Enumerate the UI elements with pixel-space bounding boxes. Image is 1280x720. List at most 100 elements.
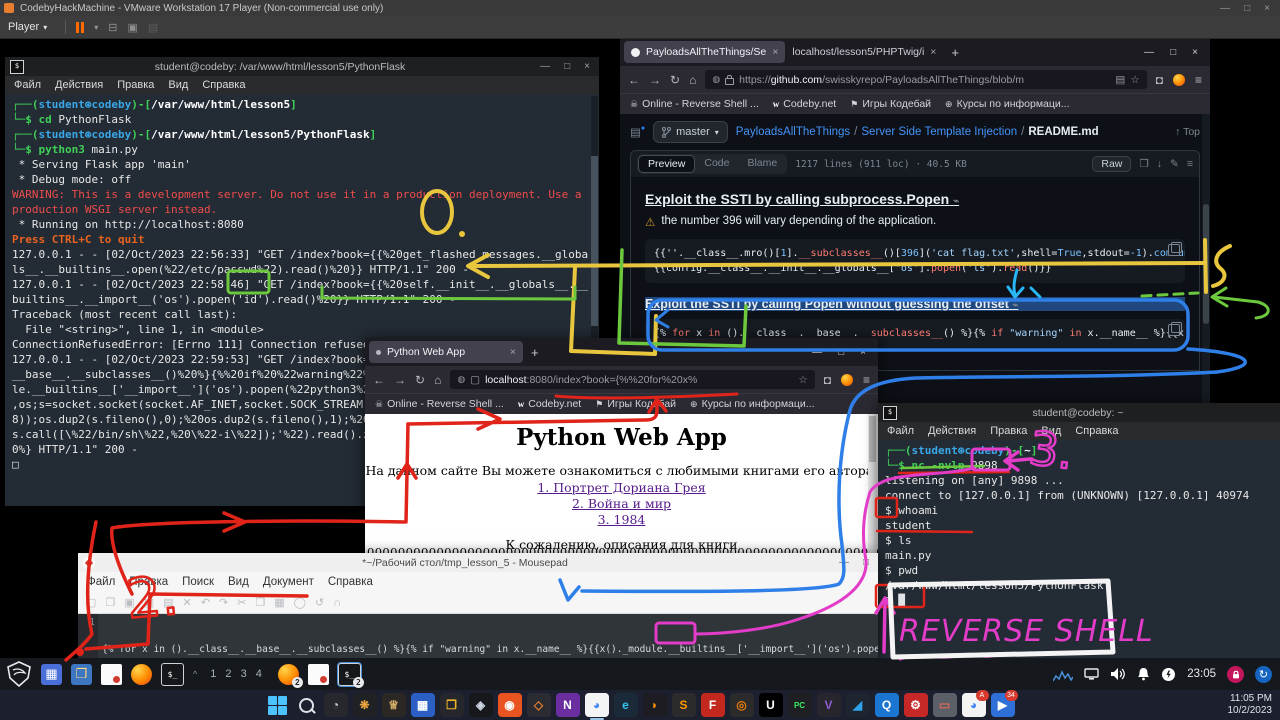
panel-expand-icon[interactable]: ^ [193,669,197,679]
vmware-pause-dropdown-icon[interactable]: ▾ [94,23,98,32]
webapp-window-close[interactable]: × [860,347,866,358]
close-file-icon[interactable]: ✕ [183,596,192,609]
terminal2-menu-item[interactable]: Действия [928,425,976,437]
workspace-pager[interactable]: 1 2 3 4 [210,668,265,680]
branch-selector[interactable]: master▾ [653,121,728,143]
mousepad-menu-item[interactable]: Справка [328,576,373,588]
terminal2-menu-item[interactable]: Файл [887,425,914,437]
sublime-app[interactable]: S [672,693,696,717]
anchor-link-icon[interactable]: ⌁ [953,196,959,207]
screen-lock-icon[interactable] [1227,666,1244,683]
terminal1-menu-item[interactable]: Вид [168,79,188,91]
url-bar[interactable]: ◍ https://github.com/swisskyrepo/Payload… [705,70,1146,89]
bookmark-games[interactable]: ⚑Игры Кодебай [595,398,676,410]
copy-code-icon[interactable] [1168,324,1180,336]
github-window-close[interactable]: × [1192,47,1198,58]
vscode-app[interactable]: ◢ [846,693,870,717]
extensions-shield-icon[interactable]: ◘ [824,373,831,387]
tab-payloadsallthethings[interactable]: PayloadsAllTheThings/Se × [624,41,785,63]
webapp-window-minimize[interactable]: — [812,347,822,358]
back-button[interactable]: ← [373,373,385,387]
app-menu-icon[interactable]: ≡ [1195,73,1202,87]
terminal1-menu-item[interactable]: Справка [202,79,245,91]
edit-pencil-icon[interactable]: ✎ [1170,158,1179,170]
calculator-app[interactable]: ▦ [411,693,435,717]
forward-button[interactable]: → [394,373,406,387]
save-icon[interactable]: ▣ [124,596,134,609]
new-tab-button[interactable]: + [943,45,967,60]
search-replace-icon[interactable]: ↺ [315,596,324,609]
vmware-close-button[interactable]: × [1264,3,1270,14]
terminal1-titlebar[interactable]: $ student@codeby: /var/www/html/lesson5/… [5,57,599,76]
edge-browser[interactable]: e [614,693,638,717]
notification-bell-icon[interactable] [1137,667,1150,681]
copy-raw-icon[interactable]: ❐ [1139,158,1148,170]
unreal-app[interactable]: U [759,693,783,717]
gear-red-app[interactable]: ⚙ [904,693,928,717]
file-explorer[interactable]: ❒ [440,693,464,717]
color-wheel-app[interactable]: ❋ [353,693,377,717]
terminal-task-button[interactable]: $_2 [338,663,361,686]
reader-view-icon[interactable]: ▤ [1115,74,1125,86]
pycharm-app[interactable]: PC [788,693,812,717]
tab-preview[interactable]: Preview [638,155,695,173]
bookmark-codeby[interactable]: wCodeby.net [773,98,836,110]
mousepad-menu-item[interactable]: Правка [129,576,168,588]
shield-icon[interactable]: ◍ [457,374,465,385]
firefox-account-icon[interactable] [841,374,853,386]
blue-messenger-app[interactable]: ▶34 [991,693,1015,717]
bookmark-reverse-shell[interactable]: ☠Online - Reverse Shell ... [630,98,759,110]
terminal2-titlebar[interactable]: $ student@codeby: ~ [878,403,1280,422]
book-link-2[interactable]: 2. Война и мир [365,496,878,511]
vmware-workstation[interactable]: ◇ [527,693,551,717]
terminal1-menu-item[interactable]: Правка [117,79,154,91]
tab-close-icon[interactable]: × [772,46,778,58]
terminal1-minimize-button[interactable]: — [540,61,550,72]
vmware-fullscreen-icon[interactable]: ▣ [127,21,137,34]
vmware-ctrl-alt-del-icon[interactable]: ⊟ [108,21,117,34]
terminal2-menu-item[interactable]: Вид [1041,425,1061,437]
bookmark-star-icon[interactable]: ☆ [1130,74,1139,86]
mousepad-menu-item[interactable]: Документ [263,576,314,588]
volume-icon[interactable] [1110,667,1126,681]
vmware-pause-button[interactable] [76,22,84,33]
chrome-profile[interactable]: ◕A [962,693,986,717]
copy-icon[interactable]: ❐ [255,596,265,609]
bookmark-codeby[interactable]: wCodeby.net [518,398,581,410]
tab-code[interactable]: Code [695,155,738,173]
breadcrumb-folder[interactable]: Server Side Template Injection [861,126,1017,138]
reload-icon[interactable]: ▤ [163,596,173,609]
mousepad-task-button[interactable] [308,664,329,685]
reload-button[interactable]: ↻ [670,73,680,87]
top-link[interactable]: ↑ Top [1175,126,1200,138]
anchor-link-icon[interactable]: ⌁ [1012,300,1018,311]
cut-icon[interactable]: ✂ [237,596,246,609]
bookmark-star-icon[interactable]: ☆ [798,374,807,386]
monitor-app[interactable]: ▭ [933,693,957,717]
book-link-3[interactable]: 3. 1984 [365,512,878,527]
blender-app[interactable]: ◎ [730,693,754,717]
firefox-task-button[interactable]: 2 [278,664,299,685]
f-red-app[interactable]: F [701,693,725,717]
terminal1-maximize-button[interactable]: □ [564,61,570,72]
book-link-1[interactable]: 1. Портрет Дориана Грея [365,480,878,495]
file-tree-icon[interactable]: ▤● [630,125,645,139]
show-desktop-icon[interactable]: ▦ [41,664,62,685]
obsidian-app[interactable]: ◈ [469,693,493,717]
tab-localhost-phptwig[interactable]: localhost/lesson5/PHPTwig/i × [785,41,943,63]
terminal1-menu-item[interactable]: Файл [14,79,41,91]
cpu-graph-icon[interactable] [1053,666,1073,682]
terminal1-menu-item[interactable]: Действия [55,79,103,91]
firefox-launcher-icon[interactable] [131,664,152,685]
logout-icon[interactable]: ↻ [1255,666,1272,683]
mousepad-menu-item[interactable]: Файл [87,576,115,588]
tab-blame[interactable]: Blame [738,155,786,173]
copy-code-icon[interactable] [1168,244,1180,256]
bookmark-reverse-shell[interactable]: ☠Online - Reverse Shell ... [375,398,504,410]
search-icon[interactable]: ◯ [294,596,306,609]
forward-button[interactable]: → [649,73,661,87]
vmware-minimize-button[interactable]: — [1220,3,1230,14]
tab-close-icon[interactable]: × [510,346,516,358]
start-button[interactable] [266,693,290,717]
bookmark-courses[interactable]: ⊕Курсы по информаци... [945,98,1069,110]
